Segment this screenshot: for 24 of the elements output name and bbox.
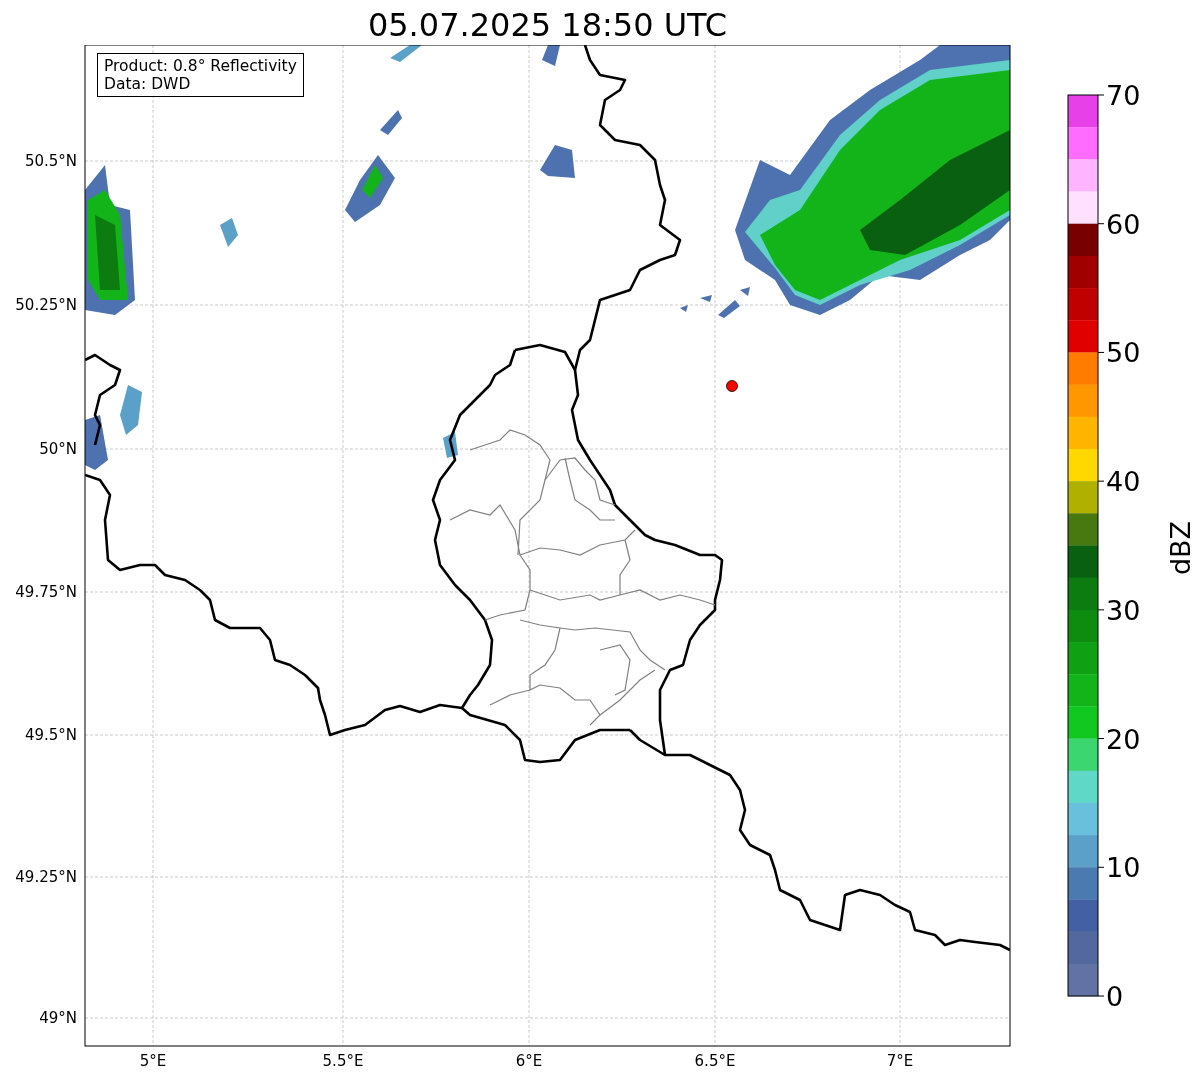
- scale-unit-label: dBZ: [1165, 520, 1196, 576]
- longitude-label: 7°E: [886, 1052, 914, 1070]
- latitude-label: 49.25°N: [15, 868, 77, 886]
- latitude-label: 49.75°N: [15, 583, 77, 601]
- chart-title: 05.07.2025 18:50 UTC: [366, 5, 729, 45]
- info-text: Data: DWD: [104, 75, 192, 93]
- scale-tick-label: 70: [1106, 80, 1141, 111]
- info-text: Product: 0.8° Reflectivity: [104, 57, 297, 75]
- scale-tick-label: 20: [1106, 723, 1141, 755]
- latitude-label: 50.25°N: [15, 296, 77, 314]
- scale-tick-label: 60: [1106, 208, 1141, 240]
- latitude-label: 49°N: [39, 1009, 77, 1027]
- scale-tick-label: 30: [1106, 594, 1141, 626]
- latitude-label: 49.5°N: [24, 726, 77, 744]
- latitude-label: 50.5°N: [24, 152, 77, 170]
- latitude-label: 50°N: [39, 440, 77, 458]
- longitude-label: 6°E: [515, 1052, 543, 1070]
- scale-tick-label: 50: [1106, 337, 1141, 369]
- longitude-label: 5.5°E: [322, 1052, 364, 1070]
- scale-tick-label: 0: [1106, 981, 1124, 1012]
- scale-tick-label: 40: [1106, 466, 1141, 498]
- longitude-label: 6.5°E: [694, 1052, 736, 1070]
- longitude-label: 5°E: [139, 1052, 167, 1070]
- scale-tick-label: 10: [1106, 852, 1141, 884]
